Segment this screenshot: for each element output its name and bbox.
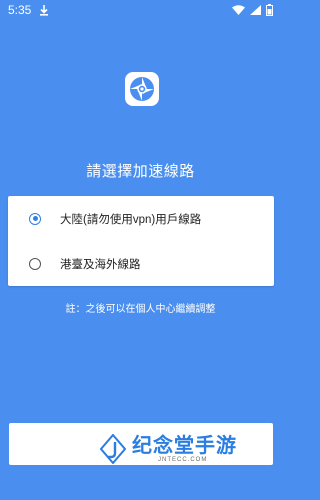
route-option-overseas[interactable]: 港臺及海外線路 (8, 241, 274, 286)
watermark-logo-icon (100, 434, 126, 464)
settings-note: 註：之後可以在個人中心繼續調整 (65, 304, 216, 315)
radio-unselected-icon[interactable] (29, 257, 41, 270)
watermark-title: 纪念堂手游 (132, 435, 237, 457)
radio-selected-icon[interactable] (29, 212, 41, 225)
signal-icon (250, 5, 261, 15)
route-option-label: 大陸(請勿使用vpn)用戶線路 (60, 213, 202, 226)
download-icon (39, 4, 49, 16)
route-option-mainland[interactable]: 大陸(請勿使用vpn)用戶線路 (8, 196, 274, 241)
app-logo (125, 72, 159, 106)
watermark-subtitle: JNTECC.COM (158, 457, 208, 463)
route-option-label: 港臺及海外線路 (60, 258, 141, 271)
watermark: 纪念堂手游 JNTECC.COM (100, 430, 237, 468)
battery-icon (266, 4, 273, 16)
status-right (232, 4, 273, 16)
page-title: 請選擇加速線路 (86, 163, 195, 180)
route-options-card: 大陸(請勿使用vpn)用戶線路 港臺及海外線路 (8, 196, 274, 286)
camera-aperture-icon (128, 75, 156, 103)
status-left: 5:35 (8, 3, 49, 17)
status-time: 5:35 (8, 3, 32, 17)
wifi-icon (232, 5, 245, 15)
status-bar: 5:35 (0, 0, 281, 20)
